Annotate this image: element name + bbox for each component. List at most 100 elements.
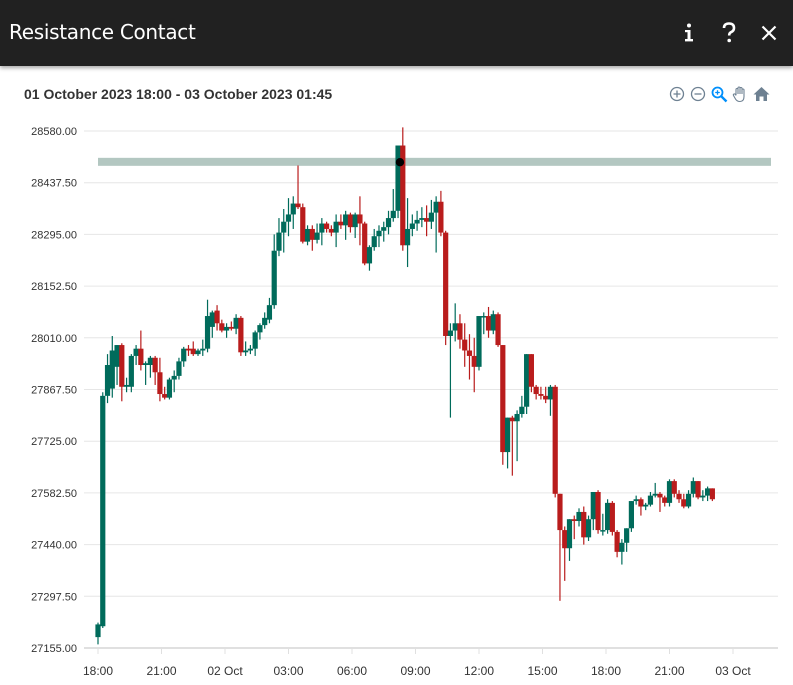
candle (604, 499, 611, 534)
candle-body (319, 223, 325, 233)
candle (204, 299, 211, 353)
candle-body (195, 350, 201, 355)
candle (295, 165, 301, 210)
pan-button[interactable] (731, 85, 749, 103)
zoom-out-button[interactable] (689, 85, 707, 103)
candle-body (200, 348, 206, 351)
close-icon (761, 25, 777, 41)
candle (300, 203, 306, 244)
candle (314, 223, 320, 244)
candle (538, 386, 544, 400)
candle-body (504, 417, 511, 453)
candle (485, 306, 492, 338)
resistance-line (98, 157, 771, 166)
y-tick-label: 28152.50 (31, 281, 77, 293)
info-icon (685, 23, 693, 42)
reset-zoom-button[interactable] (752, 85, 770, 103)
selection-zoom-button[interactable] (710, 85, 728, 103)
candle (171, 370, 177, 393)
candle-body (190, 348, 196, 355)
candle (524, 354, 530, 414)
candle (381, 221, 387, 242)
candle (238, 316, 244, 356)
candle-body (247, 348, 253, 351)
candle-body (581, 511, 587, 538)
x-tick-label: 09:00 (400, 664, 430, 678)
candle-body (181, 348, 187, 362)
candle-body (633, 499, 639, 502)
candle (495, 312, 501, 347)
candle-body (562, 530, 568, 549)
candle-body (490, 314, 496, 331)
help-button[interactable] (715, 18, 743, 48)
candle-body (433, 201, 439, 213)
hand-icon (732, 85, 745, 102)
candle (500, 345, 506, 465)
candle (276, 218, 282, 257)
candle (504, 417, 511, 469)
candle (357, 196, 363, 246)
candle (400, 127, 406, 251)
candle (528, 354, 534, 393)
candle-body (152, 357, 158, 373)
y-tick-label: 28580.00 (31, 126, 77, 138)
candle (181, 346, 187, 367)
candle-body (390, 210, 396, 219)
candle-body (647, 495, 654, 505)
candle (185, 345, 192, 356)
info-button[interactable] (675, 18, 703, 48)
candle (705, 486, 711, 502)
candle (243, 341, 249, 356)
candle-body (552, 386, 558, 494)
candle-body (114, 345, 120, 367)
candle (371, 228, 377, 251)
x-tick-label: 18:00 (591, 664, 621, 678)
candle (481, 312, 487, 335)
candle-body (438, 201, 444, 233)
candle (595, 490, 601, 534)
candle-body (662, 497, 668, 503)
candle-body (362, 223, 368, 264)
candle-body (471, 355, 477, 367)
candle-body (381, 227, 387, 231)
candle-body (604, 502, 611, 531)
close-button[interactable] (755, 18, 783, 48)
candle-body (252, 332, 258, 349)
zoom-in-button[interactable] (668, 85, 686, 103)
candle-body (428, 212, 434, 222)
candle-body (481, 316, 487, 318)
candle-body (95, 624, 101, 638)
x-tick-label: 18:00 (83, 664, 113, 678)
candle-body (176, 361, 182, 376)
candle-body (109, 350, 115, 389)
zoom-out-icon (690, 86, 706, 102)
candle-body (162, 394, 168, 398)
x-tick-label: 06:00 (337, 664, 367, 678)
candle (476, 316, 482, 371)
candle-body (485, 316, 492, 331)
candle (195, 348, 201, 356)
candle-body (690, 481, 696, 494)
candle-body (419, 218, 425, 220)
candle-body (385, 218, 392, 228)
candle (166, 377, 173, 400)
y-tick-label: 27867.50 (31, 385, 77, 397)
candle (219, 319, 225, 333)
candle (433, 196, 439, 253)
y-tick-label: 28010.00 (31, 333, 77, 345)
candle-body (495, 314, 501, 346)
x-tick-label: 12:00 (464, 664, 494, 678)
candle-body (404, 228, 411, 246)
candle-body (157, 372, 163, 395)
candle-body (214, 310, 220, 324)
candlestick-chart[interactable]: 28580.00 28437.50 28295.00 28152.50 28010.00… (0, 110, 793, 685)
candle (676, 490, 682, 503)
candle-body (343, 214, 349, 226)
candle (309, 225, 315, 251)
candle-body (409, 223, 415, 229)
candle-body (204, 316, 211, 349)
candle-body (685, 493, 692, 507)
candle (128, 354, 134, 393)
candle-body (709, 488, 715, 500)
candle-body (466, 350, 473, 356)
